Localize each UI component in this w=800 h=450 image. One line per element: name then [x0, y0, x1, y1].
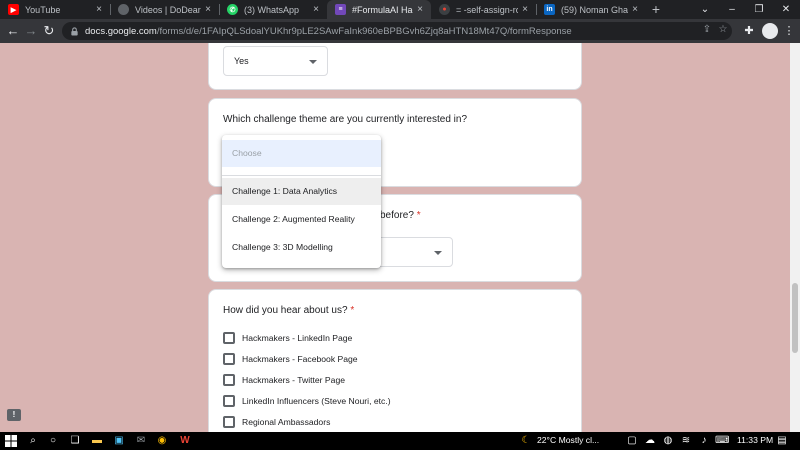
- checkbox[interactable]: [223, 395, 235, 407]
- linkedin-icon: in: [544, 4, 555, 15]
- wps-office-icon[interactable]: W: [178, 434, 192, 448]
- checkbox-label: LinkedIn Influencers (Steve Nouri, etc.): [242, 396, 391, 406]
- tray-app-icon[interactable]: ◍: [661, 434, 675, 448]
- new-tab-button[interactable]: +: [648, 0, 664, 19]
- cortana-icon[interactable]: ○: [46, 434, 60, 448]
- question-title-partial: before? *: [380, 210, 421, 221]
- lock-icon: [71, 26, 78, 36]
- dropdown-placeholder[interactable]: Choose: [222, 140, 381, 167]
- browser-toolbar: ← → ↻ docs.google.com/forms/d/e/1FAIpQLS…: [0, 19, 800, 43]
- file-explorer-icon[interactable]: ▬: [90, 434, 104, 448]
- profile-avatar[interactable]: [762, 23, 778, 39]
- close-icon[interactable]: ×: [413, 4, 427, 15]
- weather-text[interactable]: 22°C Mostly cl...: [537, 435, 599, 445]
- cloud-icon[interactable]: ☁: [643, 434, 657, 448]
- checkbox-option[interactable]: Hackmakers - Facebook Page: [223, 352, 358, 366]
- windows-start-icon[interactable]: [4, 434, 18, 448]
- option-challenge-2[interactable]: Challenge 2: Augmented Reality: [222, 206, 381, 233]
- scrollbar-thumb[interactable]: [792, 283, 798, 353]
- menu-kebab-icon[interactable]: ⋮: [781, 23, 797, 39]
- checkbox-label: Hackmakers - LinkedIn Page: [242, 333, 353, 343]
- checkbox[interactable]: [223, 332, 235, 344]
- tab-strip: ▶ YouTube × Videos | DoDear Porto × ✆ (3…: [0, 0, 800, 19]
- close-icon[interactable]: ×: [92, 4, 106, 15]
- close-icon[interactable]: ×: [201, 4, 215, 15]
- app-icon: ●: [439, 4, 450, 15]
- question-card-referral: How did you hear about us? * Hackmakers …: [208, 289, 582, 432]
- required-asterisk: *: [350, 305, 355, 316]
- extensions-puzzle-icon[interactable]: ✚: [741, 23, 757, 39]
- tab-whatsapp[interactable]: ✆ (3) WhatsApp ×: [219, 0, 327, 19]
- tab-self-assign-roles[interactable]: ● = -self-assign-roles ×: [431, 0, 536, 19]
- close-icon[interactable]: ×: [309, 4, 323, 15]
- search-icon[interactable]: ⌕: [26, 434, 40, 448]
- option-challenge-1[interactable]: Challenge 1: Data Analytics: [222, 178, 381, 205]
- forward-arrow-icon[interactable]: →: [22, 22, 40, 40]
- url-path: /forms/d/e/1FAIpQLSdoalYUKhr9pLE2SAwFaIn…: [156, 25, 572, 37]
- close-icon[interactable]: ×: [628, 4, 642, 15]
- page-icon: [118, 4, 129, 15]
- restore-icon[interactable]: ❐: [744, 0, 774, 19]
- form-page: Yes Which challenge theme are you curren…: [0, 43, 800, 432]
- forms-icon: ≡: [335, 4, 346, 15]
- url-host: docs.google.com: [85, 25, 157, 37]
- tab-videos[interactable]: Videos | DoDear Porto ×: [110, 0, 219, 19]
- minimize-icon[interactable]: –: [717, 0, 747, 19]
- windows-taskbar: ⌕ ○ ❑ ▬ ▣ ✉ ◉ W ☾ 22°C Mostly cl... ▢ ☁ …: [0, 432, 800, 450]
- bookmark-star-icon[interactable]: ☆: [716, 23, 730, 37]
- dropdown-arrow-icon: [434, 251, 442, 255]
- tab-title: = -self-assign-roles: [456, 4, 518, 15]
- weather-moon-icon[interactable]: ☾: [519, 434, 533, 448]
- challenge-theme-dropdown[interactable]: Choose Challenge 1: Data Analytics Chall…: [222, 135, 381, 268]
- checkbox-label: Hackmakers - Twitter Page: [242, 375, 345, 385]
- whatsapp-icon: ✆: [227, 4, 238, 15]
- tab-title: YouTube: [25, 4, 61, 15]
- tab-search-chevron-icon[interactable]: ⌄: [690, 0, 720, 19]
- checkbox[interactable]: [223, 416, 235, 428]
- tab-title: (3) WhatsApp: [244, 4, 300, 15]
- wifi-icon[interactable]: ≋: [679, 434, 693, 448]
- question-title: Which challenge theme are you currently …: [223, 114, 468, 125]
- checkbox-option[interactable]: Regional Ambassadors: [223, 415, 330, 429]
- dropdown-divider: [222, 175, 381, 176]
- task-view-icon[interactable]: ❑: [68, 434, 82, 448]
- chrome-icon[interactable]: ◉: [155, 434, 169, 448]
- address-bar[interactable]: docs.google.com/forms/d/e/1FAIpQLSdoalYU…: [62, 22, 732, 40]
- tab-title: Videos | DoDear Porto: [135, 4, 201, 15]
- previous-answer-select[interactable]: Yes: [223, 46, 328, 76]
- checkbox[interactable]: [223, 353, 235, 365]
- checkbox-label: Hackmakers - Facebook Page: [242, 354, 358, 364]
- tab-title: (59) Noman Ghayyur: [561, 4, 628, 15]
- checkbox[interactable]: [223, 374, 235, 386]
- feedback-icon[interactable]: !: [7, 409, 21, 421]
- store-icon[interactable]: ▣: [112, 434, 126, 448]
- question-card-previous: Yes: [208, 43, 582, 90]
- checkbox-option[interactable]: Hackmakers - Twitter Page: [223, 373, 345, 387]
- reload-icon[interactable]: ↻: [40, 22, 58, 40]
- checkbox-label: Regional Ambassadors: [242, 417, 331, 427]
- checkbox-option[interactable]: Hackmakers - LinkedIn Page: [223, 331, 352, 345]
- back-arrow-icon[interactable]: ←: [4, 22, 22, 40]
- checkbox-option[interactable]: LinkedIn Influencers (Steve Nouri, etc.): [223, 394, 391, 408]
- youtube-icon: ▶: [8, 4, 19, 15]
- language-icon[interactable]: ⌨: [715, 434, 729, 448]
- clock-time[interactable]: 11:33 PM: [737, 435, 773, 445]
- mail-icon[interactable]: ✉: [134, 434, 148, 448]
- meet-now-icon[interactable]: ▢: [625, 434, 639, 448]
- tab-youtube[interactable]: ▶ YouTube ×: [0, 0, 110, 19]
- question-title: How did you hear about us? *: [223, 305, 355, 316]
- close-window-icon[interactable]: ✕: [771, 0, 800, 19]
- page-scrollbar[interactable]: [790, 43, 800, 432]
- tab-title: #FormulaAI Hack 202: [352, 4, 413, 15]
- option-challenge-3[interactable]: Challenge 3: 3D Modelling: [222, 234, 381, 261]
- tab-formula-ai-hack[interactable]: ≡ #FormulaAI Hack 202 ×: [327, 0, 431, 19]
- required-asterisk: *: [416, 210, 421, 221]
- dropdown-arrow-icon: [309, 60, 317, 64]
- volume-icon[interactable]: ♪: [697, 434, 711, 448]
- close-icon[interactable]: ×: [518, 4, 532, 15]
- select-value: Yes: [234, 56, 249, 66]
- notifications-icon[interactable]: ▤: [775, 434, 789, 448]
- tab-linkedin[interactable]: in (59) Noman Ghayyur ×: [536, 0, 646, 19]
- share-icon[interactable]: ⇪: [700, 23, 714, 37]
